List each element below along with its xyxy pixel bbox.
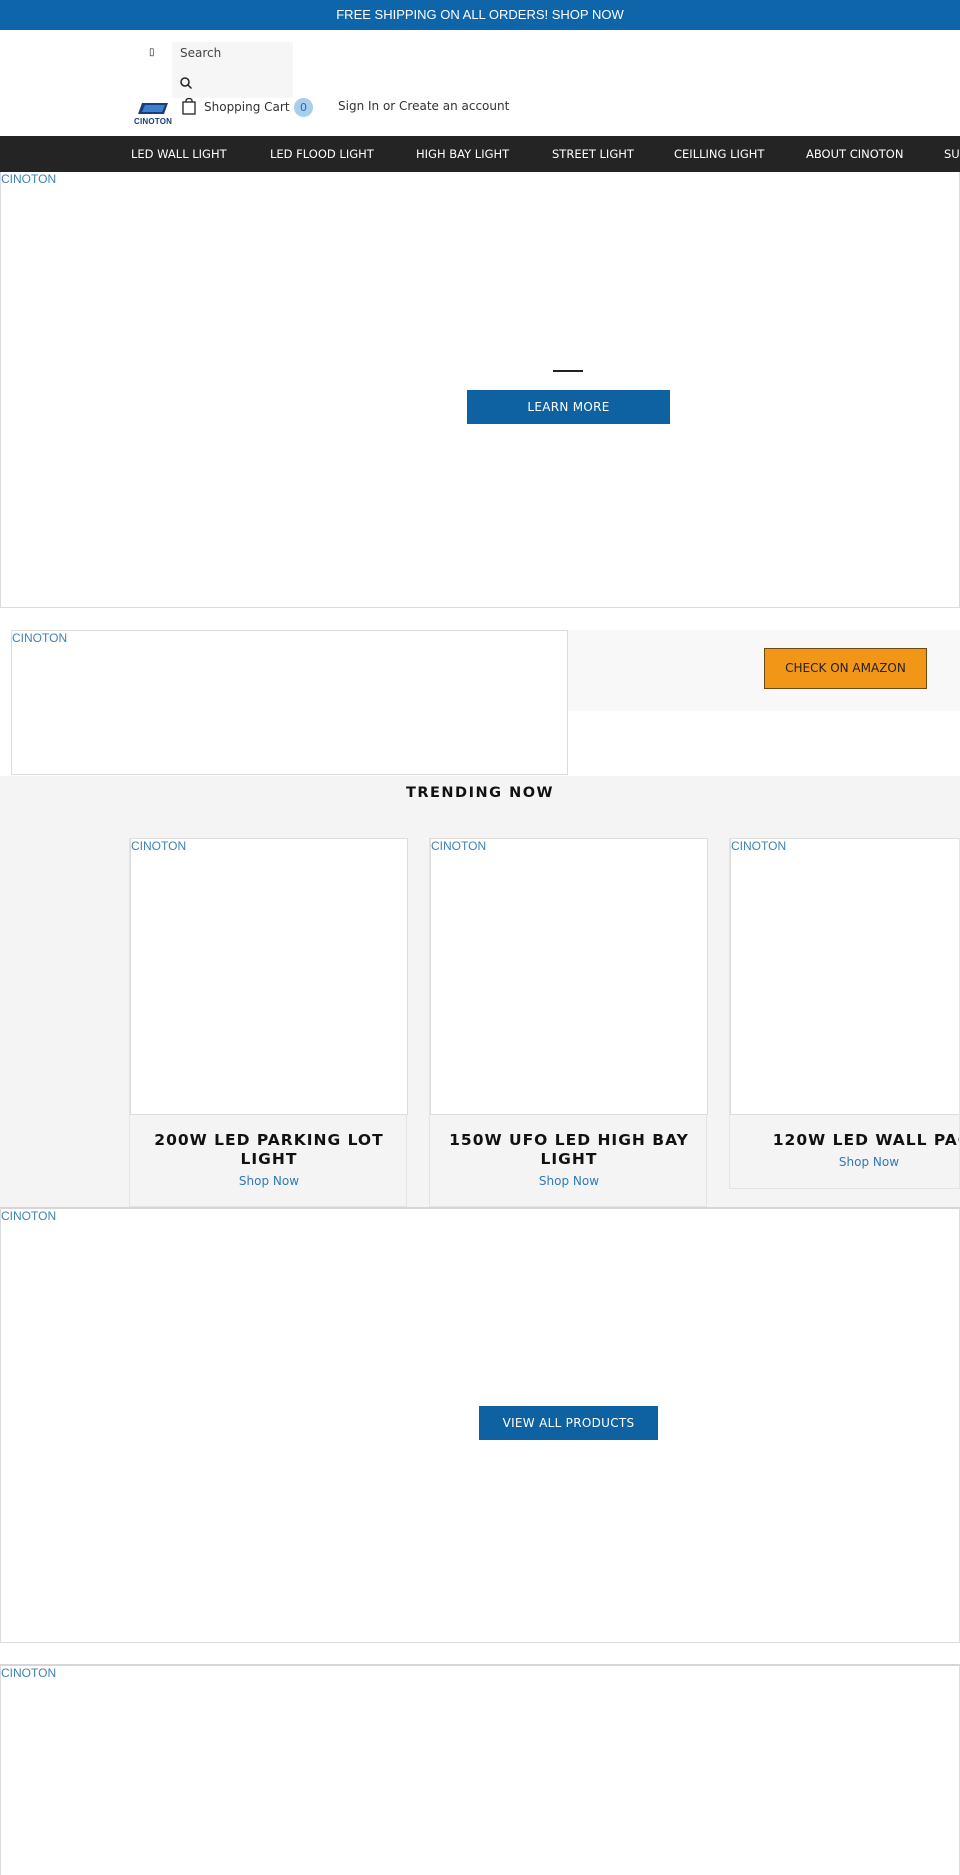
banner-image-alt: CINOTON <box>1 1209 57 1223</box>
shopping-bag-icon[interactable] <box>182 98 196 115</box>
product-image[interactable]: CINOTON <box>130 838 408 1115</box>
section-title: TRENDING NOW <box>405 785 555 801</box>
shop-now-link[interactable]: Shop Now <box>430 1174 708 1188</box>
product-title[interactable]: 150W UFO LED HIGH BAY LIGHT <box>440 1131 698 1169</box>
product-image[interactable]: CINOTON <box>730 838 959 1115</box>
nav-item-led-wall-light[interactable]: LED WALL LIGHT <box>131 136 227 172</box>
learn-more-button[interactable]: LEARN MORE <box>467 390 670 424</box>
product-title[interactable]: 200W LED PARKING LOT LIGHT <box>140 1131 398 1169</box>
nav-item-led-flood-light[interactable]: LED FLOOD LIGHT <box>270 136 374 172</box>
cart-link[interactable]: Shopping Cart <box>204 100 290 114</box>
product-image-alt: CINOTON <box>131 839 187 853</box>
product-image-alt: CINOTON <box>431 839 487 853</box>
view-all-products-button[interactable]: VIEW ALL PRODUCTS <box>479 1406 658 1440</box>
hero-banner[interactable]: CINOTON LEARN MORE <box>0 172 960 608</box>
site-header: ▯ CINOTON Shopping Cart 0 Sign In or Cre… <box>0 30 960 136</box>
announcement-bar[interactable]: FREE SHIPPING ON ALL ORDERS! SHOP NOW <box>0 0 960 30</box>
announcement-text[interactable]: FREE SHIPPING ON ALL ORDERS! SHOP NOW <box>336 7 624 22</box>
products-banner[interactable]: CINOTON VIEW ALL PRODUCTS <box>0 1207 960 1643</box>
trending-section: TRENDING NOW CINOTON 200W LED PARKING LO… <box>0 776 960 1207</box>
check-on-amazon-button[interactable]: CHECK ON AMAZON <box>764 648 927 689</box>
menu-toggle-icon[interactable]: ▯ <box>149 47 155 58</box>
hero-image-alt: CINOTON <box>1 172 57 186</box>
product-card[interactable]: CINOTON 150W UFO LED HIGH BAY LIGHT Shop… <box>429 838 708 1207</box>
account-link[interactable]: Sign In or Create an account <box>338 99 509 113</box>
hero-divider <box>553 370 583 372</box>
logo-text[interactable]: CINOTON <box>134 117 172 126</box>
nav-item-support[interactable]: SU <box>944 136 960 172</box>
promo-image[interactable]: CINOTON <box>11 630 568 775</box>
search-input[interactable] <box>180 46 285 60</box>
product-image[interactable]: CINOTON <box>430 838 708 1115</box>
bottom-banner[interactable]: CINOTON <box>0 1664 960 1875</box>
product-title[interactable]: 120W LED WALL PACK LI <box>740 1131 959 1150</box>
promo-image-alt: CINOTON <box>12 631 68 645</box>
cart-count-badge: 0 <box>294 98 313 117</box>
search-form <box>172 42 293 98</box>
nav-item-about-cinoton[interactable]: ABOUT CINOTON <box>806 136 903 172</box>
nav-item-street-light[interactable]: STREET LIGHT <box>552 136 634 172</box>
product-card[interactable]: CINOTON 120W LED WALL PACK LI Shop Now <box>729 838 960 1189</box>
main-nav: LED WALL LIGHT LED FLOOD LIGHT HIGH BAY … <box>0 136 960 172</box>
nav-item-high-bay-light[interactable]: HIGH BAY LIGHT <box>416 136 509 172</box>
search-icon[interactable] <box>179 76 193 90</box>
product-image-alt: CINOTON <box>731 839 787 853</box>
shop-now-link[interactable]: Shop Now <box>730 1155 959 1169</box>
shop-now-link[interactable]: Shop Now <box>130 1174 408 1188</box>
product-card[interactable]: CINOTON 200W LED PARKING LOT LIGHT Shop … <box>129 838 408 1207</box>
promo-panel: CHECK ON AMAZON <box>568 630 960 711</box>
banner-image-alt: CINOTON <box>1 1666 57 1680</box>
nav-item-ceilling-light[interactable]: CEILLING LIGHT <box>674 136 764 172</box>
